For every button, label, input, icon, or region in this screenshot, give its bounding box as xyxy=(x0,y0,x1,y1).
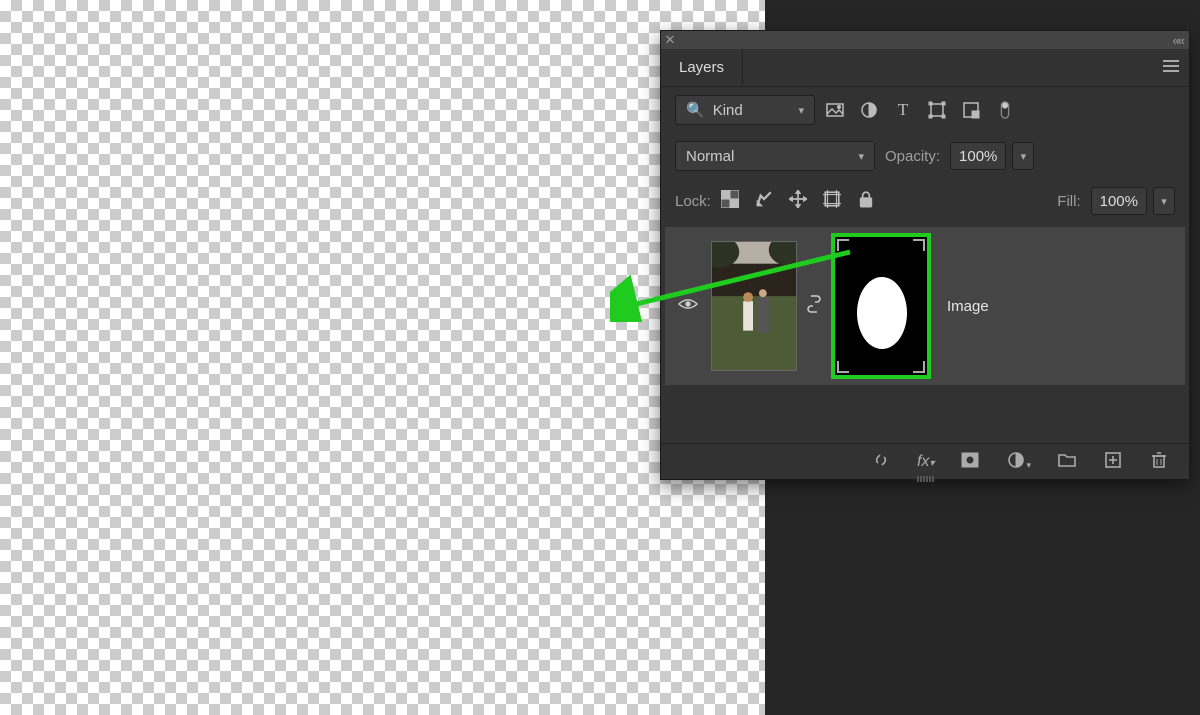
close-icon[interactable]: ✕ xyxy=(661,31,679,49)
trash-icon[interactable] xyxy=(1149,450,1169,474)
visibility-toggle[interactable] xyxy=(675,297,701,315)
canvas-area[interactable] xyxy=(0,0,765,715)
chevron-down-icon: ▾ xyxy=(858,150,864,163)
opacity-label: Opacity: xyxy=(885,148,940,165)
shape-icon[interactable] xyxy=(927,100,947,120)
blend-mode-value: Normal xyxy=(686,148,734,165)
fill-value[interactable]: 100% xyxy=(1091,187,1147,215)
canvas-image[interactable] xyxy=(95,0,655,715)
lock-label: Lock: xyxy=(675,193,711,210)
lock-pixels-icon[interactable] xyxy=(755,190,773,212)
blend-mode-select[interactable]: Normal ▾ xyxy=(675,141,875,171)
chevron-down-icon[interactable]: ▾ xyxy=(1012,142,1034,170)
image-icon[interactable] xyxy=(825,100,845,120)
tab-label: Layers xyxy=(679,59,724,76)
lock-row: Lock: Fill: 100% ▾ xyxy=(661,179,1189,223)
link-mask-icon[interactable] xyxy=(807,295,821,317)
panel-titlebar[interactable]: ✕ «« xyxy=(661,31,1189,49)
filter-kind-label: Kind xyxy=(713,102,743,119)
mask-icon[interactable] xyxy=(960,450,980,474)
group-icon[interactable] xyxy=(1057,450,1077,474)
layers-panel[interactable]: ✕ «« Layers 🔍 Kind ▾ T Normal ▾ xyxy=(660,30,1190,480)
fx-icon[interactable]: fx▾ xyxy=(917,453,934,471)
opacity-field[interactable]: 100% ▾ xyxy=(950,142,1034,170)
opacity-value[interactable]: 100% xyxy=(950,142,1006,170)
mask-shape xyxy=(857,277,907,349)
adjustment-layer-icon[interactable]: ▾ xyxy=(1006,450,1031,474)
layer-row[interactable]: Image xyxy=(665,227,1185,385)
chevron-down-icon[interactable]: ▾ xyxy=(1153,187,1175,215)
filter-kind-select[interactable]: 🔍 Kind ▾ xyxy=(675,95,815,125)
blend-mode-row: Normal ▾ Opacity: 100% ▾ xyxy=(661,133,1189,179)
layer-thumbnail[interactable] xyxy=(711,241,797,371)
new-layer-icon[interactable] xyxy=(1103,450,1123,474)
type-icon[interactable]: T xyxy=(893,100,913,120)
layer-name[interactable]: Image xyxy=(947,298,989,315)
fill-field[interactable]: 100% ▾ xyxy=(1091,187,1175,215)
adjustment-icon[interactable] xyxy=(859,100,879,120)
panel-tabs: Layers xyxy=(661,49,1189,87)
panel-footer: fx▾ ▾ xyxy=(661,443,1189,479)
smartobject-icon[interactable] xyxy=(961,100,981,120)
panel-resize-grip[interactable] xyxy=(905,476,945,482)
lock-all-icon[interactable] xyxy=(857,190,875,212)
filter-type-icons: T xyxy=(825,100,1015,120)
lock-position-icon[interactable] xyxy=(789,190,807,212)
lock-transparency-icon[interactable] xyxy=(721,190,739,212)
fill-label: Fill: xyxy=(1057,193,1080,210)
mask-thumbnail[interactable] xyxy=(831,233,931,379)
layer-list: Image xyxy=(661,223,1189,389)
layer-filter-row: 🔍 Kind ▾ T xyxy=(661,87,1189,133)
filter-toggle-icon[interactable] xyxy=(995,100,1015,120)
tab-layers[interactable]: Layers xyxy=(661,49,743,86)
lock-artboard-icon[interactable] xyxy=(823,190,841,212)
search-icon: 🔍 xyxy=(686,101,705,119)
chevron-down-icon: ▾ xyxy=(798,104,804,117)
collapse-icon[interactable]: «« xyxy=(1173,33,1183,48)
panel-menu-icon[interactable] xyxy=(1163,59,1179,76)
link-icon[interactable] xyxy=(871,450,891,474)
